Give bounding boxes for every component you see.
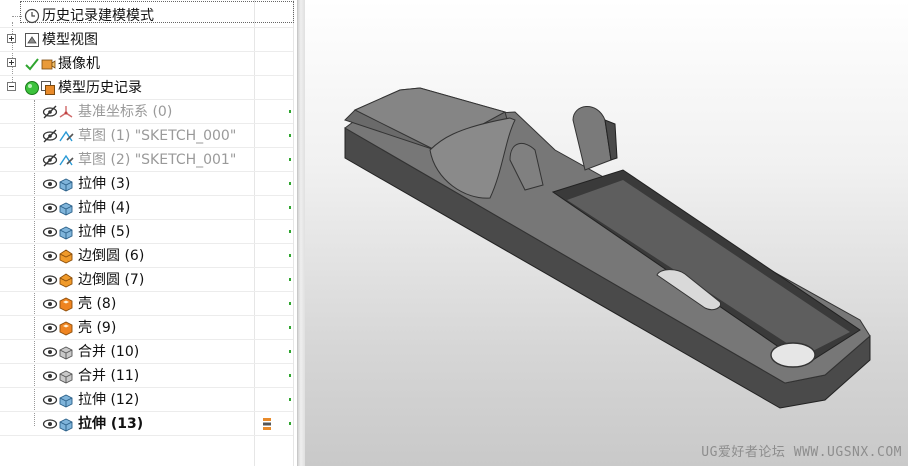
extrude-icon <box>59 394 73 408</box>
tree-label: 壳 (9) <box>78 320 117 336</box>
clock-icon <box>24 8 40 24</box>
tree-row-sketch-2[interactable]: 草图 (2) "SKETCH_001" <box>0 148 293 172</box>
tree-label: 历史记录建模模式 <box>42 8 154 24</box>
tree-label: 合并 (10) <box>78 344 140 360</box>
up-to-date-mark <box>289 110 291 113</box>
eye-icon[interactable] <box>42 320 58 336</box>
up-to-date-mark <box>289 302 291 305</box>
part-navigator: 历史记录建模模式 模型视图 摄像机 模型历史记录 基准坐标系 (0) 草图 (1… <box>0 0 297 466</box>
tree-row-model-views[interactable]: 模型视图 <box>0 28 293 52</box>
edge-blend-icon <box>59 273 73 288</box>
tree-label: 模型视图 <box>42 32 98 48</box>
tree-label: 拉伸 (5) <box>78 224 131 240</box>
up-to-date-mark <box>289 398 291 401</box>
feature-group-icon <box>263 418 271 430</box>
model-view-icon <box>25 33 39 47</box>
tree-row-extrude-12[interactable]: 拉伸 (12) <box>0 388 293 412</box>
eye-icon[interactable] <box>42 248 58 264</box>
mounting-hole <box>770 342 816 368</box>
up-to-date-mark <box>289 206 291 209</box>
tree-row-cameras[interactable]: 摄像机 <box>0 52 293 76</box>
tree-row-unite-10[interactable]: 合并 (10) <box>0 340 293 364</box>
tree-row-datum-csys[interactable]: 基准坐标系 (0) <box>0 100 293 124</box>
model-render <box>344 87 871 409</box>
shell-icon <box>59 321 73 336</box>
tree-label: 拉伸 (3) <box>78 176 131 192</box>
eye-icon[interactable] <box>42 392 58 408</box>
tree-row-extrude-3[interactable]: 拉伸 (3) <box>0 172 293 196</box>
status-green-icon <box>25 81 39 95</box>
eye-icon[interactable] <box>42 272 58 288</box>
tree-label: 草图 (1) "SKETCH_000" <box>78 128 237 144</box>
tree-row-history-mode[interactable]: 历史记录建模模式 <box>0 1 294 28</box>
expand-toggle[interactable] <box>7 34 16 43</box>
tree-row-sketch-1[interactable]: 草图 (1) "SKETCH_000" <box>0 124 293 148</box>
expand-toggle[interactable] <box>7 58 16 67</box>
datum-csys-icon <box>59 106 73 118</box>
nx-window: 历史记录建模模式 模型视图 摄像机 模型历史记录 基准坐标系 (0) 草图 (1… <box>0 0 908 466</box>
tree-row-extrude-5[interactable]: 拉伸 (5) <box>0 220 293 244</box>
extrude-icon <box>59 202 73 216</box>
extrude-icon <box>59 418 73 432</box>
tree-row-edge-blend-7[interactable]: 边倒圆 (7) <box>0 268 293 292</box>
up-to-date-mark <box>289 374 291 377</box>
sketch-icon <box>59 130 74 142</box>
up-to-date-mark <box>289 254 291 257</box>
hidden-eye-icon[interactable] <box>42 152 58 168</box>
hidden-eye-icon[interactable] <box>42 104 58 120</box>
shell-icon <box>59 297 73 312</box>
sketch-icon <box>59 154 74 166</box>
eye-icon[interactable] <box>42 176 58 192</box>
tree-row-extrude-4[interactable]: 拉伸 (4) <box>0 196 293 220</box>
tree-label: 壳 (8) <box>78 296 117 312</box>
tree-label: 合并 (11) <box>78 368 140 384</box>
tree-label: 草图 (2) "SKETCH_001" <box>78 152 237 168</box>
eye-icon[interactable] <box>42 296 58 312</box>
eye-icon[interactable] <box>42 200 58 216</box>
tree-label: 摄像机 <box>58 56 100 72</box>
watermark: UG爱好者论坛 WWW.UGSNX.COM <box>701 445 902 460</box>
tree-label: 模型历史记录 <box>58 80 142 96</box>
tree-row-shell-9[interactable]: 壳 (9) <box>0 316 293 340</box>
tree-row-edge-blend-6[interactable]: 边倒圆 (6) <box>0 244 293 268</box>
eye-icon[interactable] <box>42 368 58 384</box>
ear-right <box>572 106 612 171</box>
tree-row-shell-8[interactable]: 壳 (8) <box>0 292 293 316</box>
tree-row-unite-11[interactable]: 合并 (11) <box>0 364 293 388</box>
up-to-date-mark <box>289 182 291 185</box>
extrude-icon <box>59 226 73 240</box>
unite-icon <box>59 346 73 360</box>
hidden-eye-icon[interactable] <box>42 128 58 144</box>
camera-icon <box>41 59 56 70</box>
up-to-date-mark <box>289 134 291 137</box>
tree-label: 边倒圆 (7) <box>78 272 145 288</box>
panel-splitter[interactable] <box>297 0 305 466</box>
tree-row-extrude-13[interactable]: 拉伸 (13) <box>0 412 293 436</box>
tree-label: 拉伸 (12) <box>78 392 140 408</box>
tree-label: 边倒圆 (6) <box>78 248 145 264</box>
up-to-date-mark <box>289 230 291 233</box>
up-to-date-mark <box>289 158 291 161</box>
history-icon <box>41 81 55 95</box>
graphics-window[interactable]: UG爱好者论坛 WWW.UGSNX.COM <box>305 0 908 466</box>
up-to-date-mark <box>289 326 291 329</box>
up-to-date-mark <box>289 350 291 353</box>
up-to-date-mark <box>289 422 291 425</box>
eye-icon[interactable] <box>42 416 58 432</box>
collapse-toggle[interactable] <box>7 82 16 91</box>
tree-row-model-history[interactable]: 模型历史记录 <box>0 76 293 100</box>
check-icon <box>25 58 39 71</box>
up-to-date-mark <box>289 278 291 281</box>
extrude-icon <box>59 178 73 192</box>
tree-label: 基准坐标系 (0) <box>78 104 173 120</box>
column-separator <box>293 0 294 466</box>
edge-blend-icon <box>59 249 73 264</box>
tree-label: 拉伸 (13) <box>78 416 144 432</box>
eye-icon[interactable] <box>42 224 58 240</box>
tree-label: 拉伸 (4) <box>78 200 131 216</box>
unite-icon <box>59 370 73 384</box>
eye-icon[interactable] <box>42 344 58 360</box>
